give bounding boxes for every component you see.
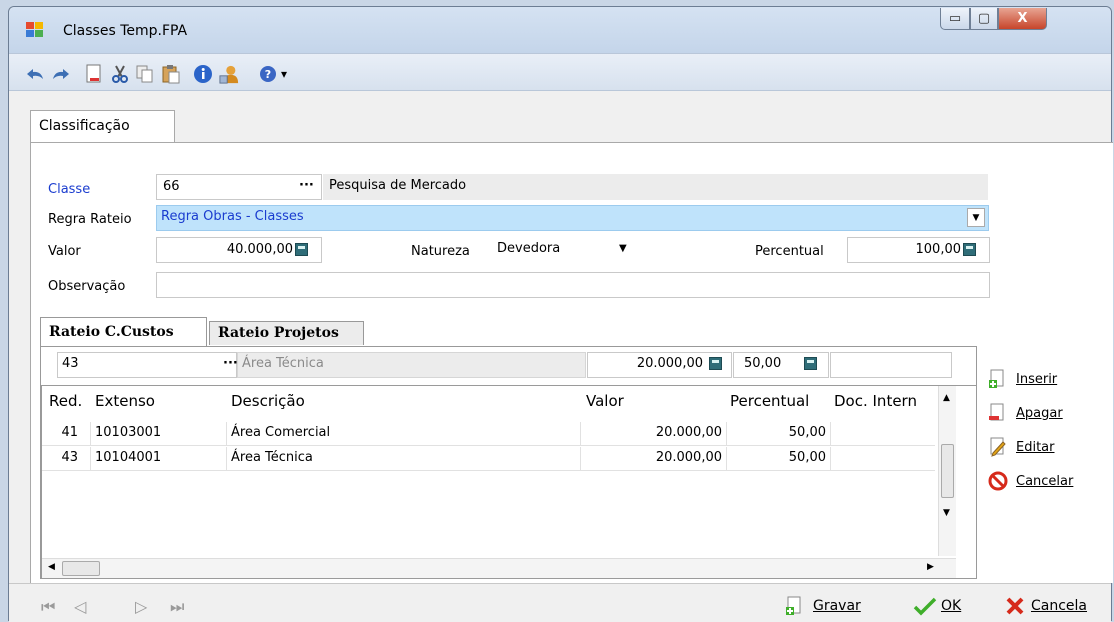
header-percentual: Percentual <box>730 392 810 410</box>
first-record-icon[interactable]: ⏮ <box>41 597 55 617</box>
header-red: Red. <box>49 392 83 410</box>
cancela-button[interactable]: Cancela <box>1005 596 1087 616</box>
svg-text:?: ? <box>265 68 271 81</box>
header-doc-interno: Doc. Intern <box>834 392 917 410</box>
minimize-button[interactable]: ▭ <box>940 8 970 30</box>
scroll-down-icon[interactable]: ▼ <box>943 508 950 518</box>
tab-rateio-projetos[interactable]: Rateio Projetos <box>209 321 364 345</box>
header-descricao: Descrição <box>231 392 305 410</box>
maximize-button[interactable]: ▢ <box>970 8 998 30</box>
app-icon <box>26 22 43 37</box>
valor-label: Valor <box>48 244 81 259</box>
apagar-button[interactable]: Apagar <box>988 401 1063 425</box>
classe-code-input[interactable]: 66 <box>156 174 322 200</box>
sub-tabs: Rateio C.Custos Rateio Projetos <box>40 317 1100 347</box>
cancel-icon <box>988 471 1008 491</box>
header-extenso: Extenso <box>95 392 155 410</box>
rateio-ccustos-panel: 43 ··· Área Técnica 20.000,00 50,00 Red.… <box>40 346 977 579</box>
delete-icon <box>988 403 1008 423</box>
rateio-grid: Red. Extenso Descrição Valor Percentual … <box>41 385 977 579</box>
last-record-icon[interactable]: ⏭ <box>170 597 184 617</box>
natureza-label: Natureza <box>411 244 470 259</box>
user-icon[interactable] <box>219 64 239 84</box>
classificacao-panel: Classe 66 ··· Pesquisa de Mercado Regra … <box>30 142 1113 583</box>
header-valor: Valor <box>586 392 624 410</box>
entry-valor-calculator-icon[interactable] <box>709 357 722 370</box>
tab-rateio-ccustos[interactable]: Rateio C.Custos <box>40 317 207 347</box>
content-area: Classificação Classe 66 ··· Pesquisa de … <box>9 91 1113 583</box>
redo-icon[interactable] <box>51 64 71 84</box>
toolbar: ? ▾ <box>9 53 1111 91</box>
next-record-icon[interactable]: ▷ <box>135 597 147 616</box>
classe-lookup-button[interactable]: ··· <box>299 178 314 193</box>
horizontal-scroll-thumb[interactable] <box>62 561 100 576</box>
regra-rateio-select[interactable]: Regra Obras - Classes <box>156 205 989 231</box>
regra-rateio-label: Regra Rateio <box>48 212 132 227</box>
table-row[interactable]: 43 10104001 Área Técnica 20.000,00 50,00 <box>42 447 935 471</box>
entry-percentual-calculator-icon[interactable] <box>804 357 817 370</box>
tab-classificacao-label: Classificação <box>39 118 130 134</box>
cut-icon[interactable] <box>110 64 130 84</box>
classe-description: Pesquisa de Mercado <box>323 174 988 200</box>
regra-rateio-dropdown-icon[interactable]: ▼ <box>967 208 985 227</box>
vertical-scrollbar[interactable]: ▲ ▼ <box>938 386 956 556</box>
previous-record-icon[interactable]: ◁ <box>74 597 86 616</box>
dropdown-arrow-icon[interactable]: ▾ <box>278 64 290 84</box>
natureza-dropdown-icon[interactable]: ▼ <box>619 243 627 254</box>
entry-doc-input[interactable] <box>830 352 952 378</box>
copy-icon[interactable] <box>135 64 155 84</box>
scroll-right-icon[interactable]: ▶ <box>927 562 934 572</box>
cancelar-button[interactable]: Cancelar <box>988 469 1073 493</box>
tab-classificacao[interactable]: Classificação <box>30 110 175 142</box>
inserir-button[interactable]: Inserir <box>988 367 1057 391</box>
entry-description: Área Técnica <box>237 352 586 378</box>
save-icon <box>786 596 801 615</box>
horizontal-scrollbar[interactable]: ◀ ▶ <box>42 558 956 578</box>
info-icon[interactable] <box>193 64 213 84</box>
editar-button[interactable]: Editar <box>988 435 1055 459</box>
observacao-input[interactable] <box>156 272 990 298</box>
paste-icon[interactable] <box>161 64 181 84</box>
bottom-bar: ⏮ ◁ ▷ ⏭ Gravar OK Cancela <box>9 583 1111 622</box>
grid-header: Red. Extenso Descrição Valor Percentual … <box>42 386 935 416</box>
table-row[interactable]: 41 10103001 Área Comercial 20.000,00 50,… <box>42 422 935 446</box>
new-document-icon[interactable] <box>84 64 104 84</box>
undo-icon[interactable] <box>25 64 45 84</box>
ok-button[interactable]: OK <box>913 596 961 616</box>
close-button[interactable]: X <box>998 8 1047 30</box>
valor-calculator-icon[interactable] <box>295 243 308 256</box>
classe-label: Classe <box>48 182 91 197</box>
app-window: Classes Temp.FPA ▭ ▢ X ? ▾ Classificação… <box>8 6 1113 622</box>
percentual-calculator-icon[interactable] <box>963 243 976 256</box>
percentual-label: Percentual <box>755 244 824 259</box>
title-bar[interactable]: Classes Temp.FPA ▭ ▢ X <box>9 7 1111 53</box>
entry-lookup-button[interactable]: ··· <box>223 356 238 371</box>
maximize-icon: ▢ <box>977 11 991 26</box>
insert-icon <box>988 369 1008 389</box>
scroll-up-icon[interactable]: ▲ <box>943 393 950 403</box>
close-icon: X <box>1017 11 1028 26</box>
observacao-label: Observação <box>48 279 126 294</box>
entry-code-input[interactable]: 43 <box>57 352 237 378</box>
minimize-icon: ▭ <box>948 11 962 26</box>
scroll-left-icon[interactable]: ◀ <box>48 562 55 572</box>
help-icon[interactable]: ? <box>258 64 278 84</box>
vertical-scroll-thumb[interactable] <box>941 444 954 498</box>
gravar-button[interactable]: Gravar <box>785 596 861 616</box>
x-icon <box>1006 597 1024 615</box>
window-title: Classes Temp.FPA <box>63 23 188 39</box>
edit-icon <box>988 437 1008 457</box>
check-icon <box>913 597 937 616</box>
